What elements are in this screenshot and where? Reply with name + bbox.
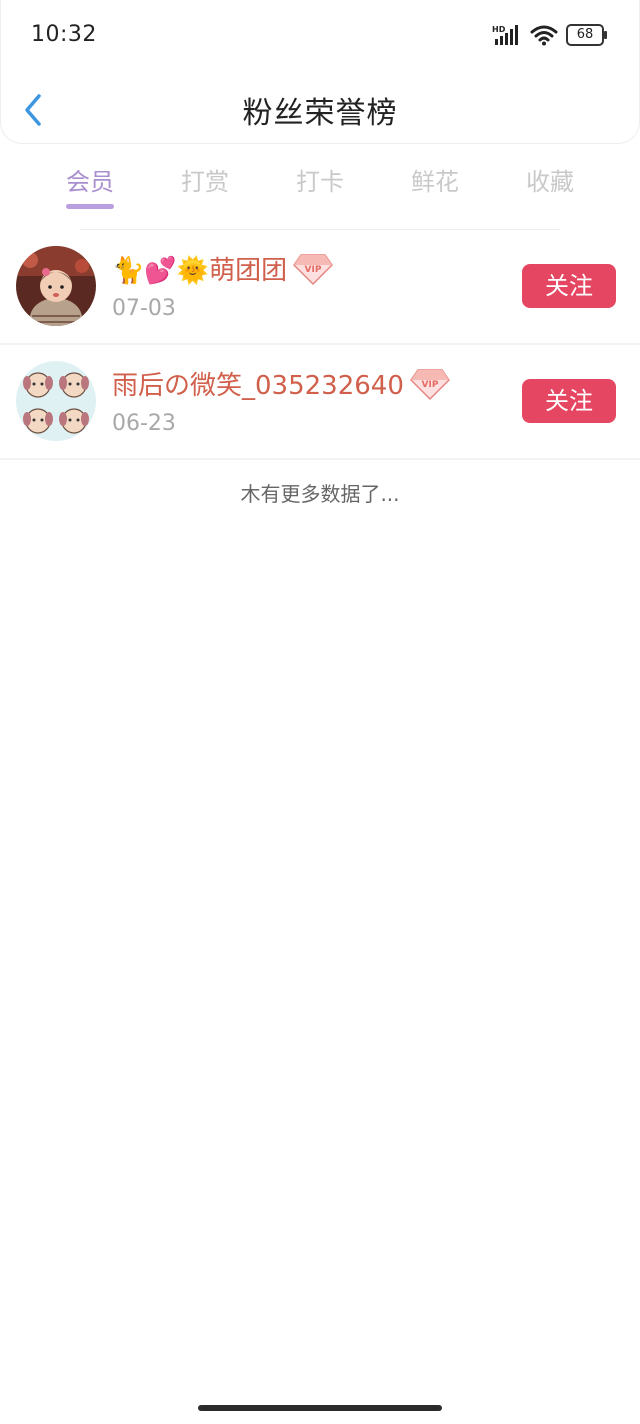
tab-active-indicator	[66, 204, 114, 209]
vip-diamond-icon: VIP	[293, 253, 334, 285]
member-name: 🐈💕🌞萌团团	[112, 256, 288, 286]
tab-checkin[interactable]: 打卡	[270, 162, 370, 197]
svg-text:VIP: VIP	[421, 380, 438, 390]
list-item[interactable]: 雨后の微笑_035232640 VIP 06-23 关注	[0, 345, 640, 460]
svg-text:HD: HD	[492, 25, 506, 34]
member-date: 06-23	[112, 411, 176, 436]
battery-icon: 68	[566, 24, 607, 46]
member-date: 07-03	[112, 296, 176, 321]
status-icons: HD 68	[492, 24, 607, 46]
follow-button[interactable]: 关注	[522, 264, 616, 308]
list-item[interactable]: 🐈💕🌞萌团团 VIP 07-03 关注	[0, 230, 640, 345]
tab-flowers[interactable]: 鲜花	[385, 162, 485, 197]
no-more-data-text: 木有更多数据了...	[240, 482, 400, 506]
tab-rewards[interactable]: 打赏	[155, 162, 255, 197]
page-title: 粉丝荣誉榜	[242, 96, 398, 131]
member-name-line: 🐈💕🌞萌团团 VIP	[112, 250, 334, 287]
follow-button[interactable]: 关注	[522, 379, 616, 423]
tab-bar: 会员 打赏 打卡 鲜花 收藏	[0, 160, 640, 220]
avatar[interactable]	[16, 246, 96, 326]
wifi-icon	[530, 25, 558, 46]
member-name-line: 雨后の微笑_035232640 VIP	[112, 365, 450, 402]
tab-members[interactable]: 会员	[40, 162, 140, 197]
avatar[interactable]	[16, 361, 96, 441]
vip-diamond-icon: VIP	[409, 368, 450, 400]
status-bar: 10:32 HD 68	[0, 0, 640, 72]
home-indicator[interactable]	[198, 1405, 442, 1411]
fan-list: 🐈💕🌞萌团团 VIP 07-03 关注 雨后の微笑_035232640 VIP …	[0, 230, 640, 460]
signal-icon: HD	[492, 25, 518, 45]
tab-favorites[interactable]: 收藏	[500, 162, 600, 197]
member-name: 雨后の微笑_035232640	[112, 371, 404, 401]
svg-text:VIP: VIP	[305, 265, 322, 275]
status-time: 10:32	[31, 22, 97, 47]
